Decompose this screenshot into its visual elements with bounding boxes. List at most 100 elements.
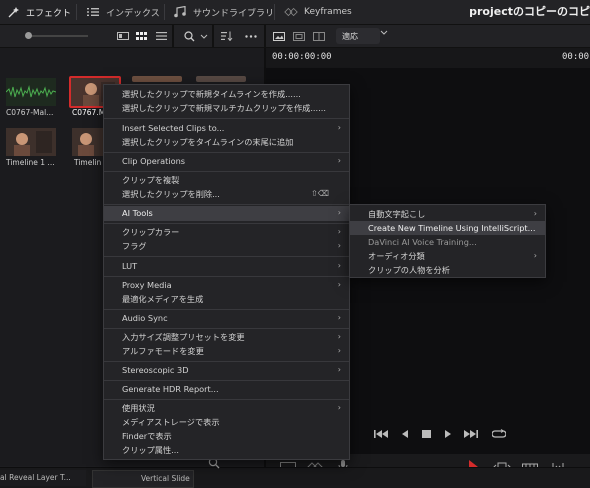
index-tab[interactable]: インデックス: [86, 0, 160, 24]
menu-separator: [104, 223, 349, 224]
submenu-item-analyze-people[interactable]: クリップの人物を分析: [350, 263, 545, 277]
menu-separator: [104, 118, 349, 119]
media-pool-toolbar: 適応: [0, 25, 590, 48]
submenu-item-voice-training[interactable]: DaVinci AI Voice Training...: [350, 235, 545, 249]
bin-item[interactable]: al Reveal Layer T...: [0, 470, 86, 486]
menu-item-label: Clip Operations: [122, 156, 186, 166]
search-icon[interactable]: [182, 30, 196, 42]
menu-item-delete-clip[interactable]: 選択したクリップを削除... ⇧⌫: [104, 187, 349, 201]
zoom-fit-dropdown[interactable]: 適応: [336, 28, 388, 44]
dual-viewer-icon[interactable]: [312, 30, 326, 42]
delete-shortcut-icon: ⇧⌫: [310, 189, 329, 198]
menu-item-duplicate-clip[interactable]: クリップを複製: [104, 173, 349, 187]
chevron-right-icon: ›: [337, 346, 341, 355]
menu-item-proxy-media[interactable]: Proxy Media ›: [104, 278, 349, 292]
chevron-right-icon: ›: [337, 123, 341, 132]
menu-separator: [104, 328, 349, 329]
menu-separator: [104, 380, 349, 381]
chevron-right-icon: ›: [533, 209, 537, 218]
chevron-right-icon: ›: [337, 227, 341, 236]
loop-icon[interactable]: [491, 429, 507, 442]
menu-item-label: 自動文字起こし: [368, 209, 426, 219]
keyframes-tab[interactable]: Keyframes: [284, 0, 352, 24]
menu-item-label: Audio Sync: [122, 313, 168, 323]
chevron-right-icon: ›: [337, 208, 341, 217]
menu-item-clip-color[interactable]: クリップカラー ›: [104, 225, 349, 239]
menu-item-stereoscopic[interactable]: Stereoscopic 3D ›: [104, 363, 349, 377]
menu-item-usage[interactable]: 使用状況 ›: [104, 401, 349, 415]
divider: [76, 4, 77, 20]
submenu-item-auto-transcribe[interactable]: 自動文字起こし ›: [350, 207, 545, 221]
stop-icon[interactable]: [422, 429, 431, 442]
menu-item-new-timeline[interactable]: 選択したクリップで新規タイムラインを作成......: [104, 87, 349, 101]
audio-clip-thumbnail[interactable]: [5, 78, 57, 106]
sort-icon[interactable]: [220, 30, 234, 42]
effects-tab[interactable]: エフェクト: [6, 0, 71, 24]
zoom-fit-label: 適応: [342, 31, 358, 41]
clip-thumbnail[interactable]: [196, 76, 246, 82]
menu-separator: [104, 171, 349, 172]
sound-library-tab[interactable]: サウンドライブラリ: [173, 0, 274, 24]
play-icon[interactable]: [444, 429, 452, 442]
jump-start-icon[interactable]: [374, 429, 388, 442]
slider-handle[interactable]: [25, 32, 32, 39]
menu-item-insert-clips[interactable]: Insert Selected Clips to... ›: [104, 121, 349, 135]
menu-separator: [104, 256, 349, 257]
bottom-bin-strip: al Reveal Layer T... Vertical Slide: [0, 467, 590, 488]
bin-item[interactable]: Vertical Slide: [92, 470, 194, 488]
menu-item-label: Insert Selected Clips to...: [122, 123, 225, 133]
menu-item-label: メディアストレージで表示: [122, 417, 220, 427]
chevron-right-icon: ›: [337, 280, 341, 289]
image-icon[interactable]: [272, 30, 286, 42]
menu-item-show-in-storage[interactable]: メディアストレージで表示: [104, 415, 349, 429]
menu-item-audio-sync[interactable]: Audio Sync ›: [104, 311, 349, 325]
timeline-thumbnail[interactable]: [6, 128, 56, 156]
keyframes-tab-label: Keyframes: [304, 7, 352, 17]
menu-item-reveal-in-finder[interactable]: Finderで表示: [104, 429, 349, 443]
menu-item-clip-attributes[interactable]: クリップ属性...: [104, 443, 349, 457]
bin-item-label: Vertical Slide: [141, 474, 190, 483]
step-back-icon[interactable]: [401, 429, 409, 442]
menu-item-input-scaling[interactable]: 入力サイズ調整プリセットを変更 ›: [104, 330, 349, 344]
chevron-down-icon[interactable]: [197, 30, 211, 42]
jump-end-icon[interactable]: [464, 429, 478, 442]
menu-item-label: AI Tools: [122, 208, 153, 218]
menu-item-ai-tools[interactable]: AI Tools ›: [104, 206, 349, 221]
submenu-item-audio-classification[interactable]: オーディオ分類 ›: [350, 249, 545, 263]
menu-item-label: 選択したクリップで新規タイムラインを作成......: [122, 89, 301, 99]
menu-item-label: クリップの人物を分析: [368, 265, 450, 275]
clip-thumbnail[interactable]: [132, 76, 182, 82]
menu-item-new-multicam[interactable]: 選択したクリップで新規マルチカムクリップを作成......: [104, 101, 349, 115]
menu-item-label: Create New Timeline Using IntelliScript.…: [368, 223, 536, 233]
menu-separator: [104, 399, 349, 400]
clip-name: C0767-Mal...: [6, 108, 54, 117]
strip-view-icon[interactable]: [116, 30, 130, 42]
chevron-right-icon: ›: [337, 332, 341, 341]
thumbnail-size-slider[interactable]: [28, 35, 88, 37]
menu-separator: [104, 204, 349, 205]
divider: [172, 25, 174, 47]
list-view-icon[interactable]: [154, 30, 168, 42]
menu-item-hdr-report[interactable]: Generate HDR Report...: [104, 382, 349, 396]
timecode-right: 00:00: [562, 52, 590, 62]
context-menu: 選択したクリップで新規タイムラインを作成...... 選択したクリップで新規マル…: [103, 84, 350, 460]
more-options-icon[interactable]: [244, 30, 258, 42]
chevron-right-icon: ›: [533, 251, 537, 260]
menu-item-lut[interactable]: LUT ›: [104, 259, 349, 273]
menu-item-append-to-timeline[interactable]: 選択したクリップをタイムラインの末尾に追加: [104, 135, 349, 149]
divider: [212, 25, 214, 47]
list-icon: [86, 5, 100, 19]
chevron-right-icon: ›: [337, 365, 341, 374]
menu-item-label: 選択したクリップで新規マルチカムクリップを作成......: [122, 103, 326, 113]
chevron-right-icon: ›: [337, 261, 341, 270]
menu-item-flags[interactable]: フラグ ›: [104, 239, 349, 253]
menu-item-label: 選択したクリップを削除...: [122, 189, 220, 199]
menu-item-optimized-media[interactable]: 最適化メディアを生成: [104, 292, 349, 306]
submenu-item-intelliscript[interactable]: Create New Timeline Using IntelliScript.…: [350, 221, 545, 235]
film-icon[interactable]: [292, 30, 306, 42]
menu-item-label: DaVinci AI Voice Training...: [368, 237, 477, 247]
grid-view-icon[interactable]: [134, 30, 148, 42]
menu-item-clip-operations[interactable]: Clip Operations ›: [104, 154, 349, 168]
sound-library-tab-label: サウンドライブラリ: [193, 8, 275, 19]
menu-item-alpha-mode[interactable]: アルファモードを変更 ›: [104, 344, 349, 358]
